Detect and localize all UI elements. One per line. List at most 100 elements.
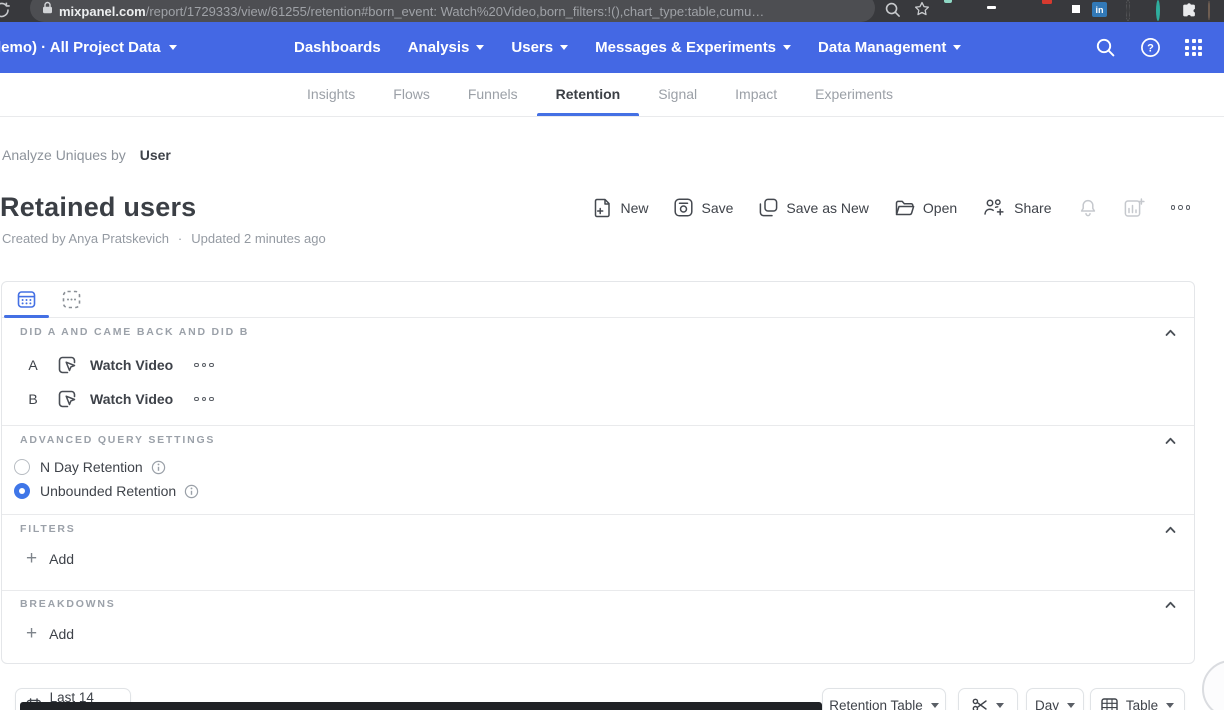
save-as-new-button[interactable]: Save as New [759, 198, 868, 217]
query-tab-custom[interactable] [49, 282, 94, 317]
chevron-down-icon [931, 703, 939, 708]
query-builder-card: DID A AND CAME BACK AND DID B A Watch Vi… [1, 281, 1195, 664]
mixpanel-retention-page: mixpanel.com/report/1729333/view/61255/r… [0, 0, 1224, 710]
info-icon[interactable] [151, 460, 166, 475]
event-selector[interactable]: Watch Video [90, 357, 173, 373]
step-key: B [26, 391, 40, 407]
extension-icon-6[interactable] [1156, 2, 1160, 20]
nav-item-users[interactable]: Users [511, 39, 568, 56]
tab-retention[interactable]: Retention [537, 73, 640, 116]
granularity-dropdown[interactable]: Day [1026, 688, 1084, 710]
view-dropdown[interactable]: Table [1090, 688, 1185, 710]
tab-funnels[interactable]: Funnels [449, 73, 537, 116]
collapse-advanced-icon[interactable] [1163, 434, 1178, 448]
folder-icon [895, 199, 915, 217]
nav-item-messages-experiments[interactable]: Messages & Experiments [595, 39, 791, 56]
share-button[interactable]: Share [983, 198, 1051, 217]
plus-icon: + [26, 549, 37, 568]
query-tab-builder[interactable] [4, 282, 49, 317]
tab-flows[interactable]: Flows [374, 73, 449, 116]
event-icon [57, 389, 78, 410]
info-icon[interactable] [184, 484, 199, 499]
radio-n-day-retention[interactable]: N Day Retention [14, 459, 166, 475]
section-divider [2, 514, 1194, 515]
table-grid-icon [1101, 698, 1118, 710]
behavior-section-header: DID A AND CAME BACK AND DID B [20, 326, 249, 338]
created-by: Created by Anya Pratskevich [2, 231, 169, 246]
report-meta: Created by Anya Pratskevich · Updated 2 … [2, 231, 326, 246]
help-bubble[interactable] [1202, 660, 1224, 710]
search-icon[interactable] [1095, 37, 1116, 58]
page-title: Retained users [0, 192, 196, 223]
more-options-icon[interactable] [1171, 205, 1191, 210]
collapse-behavior-icon[interactable] [1163, 326, 1178, 340]
radio-off-icon[interactable] [14, 459, 30, 475]
add-breakdown-button[interactable]: + Add [26, 624, 74, 643]
browser-toolbar: mixpanel.com/report/1729333/view/61255/r… [0, 0, 1224, 22]
section-divider [2, 590, 1194, 591]
chevron-down-icon [1067, 703, 1075, 708]
radio-unbounded-retention[interactable]: Unbounded Retention [14, 483, 199, 499]
save-icon [674, 198, 693, 217]
trim-dropdown[interactable] [958, 688, 1018, 710]
report-actions: New Save Save as New Open Share [594, 194, 1190, 221]
url-bar[interactable]: mixpanel.com/report/1729333/view/61255/r… [30, 0, 875, 22]
search-icon[interactable] [884, 1, 901, 23]
nav-item-analysis[interactable]: Analysis [408, 39, 485, 56]
analyze-label: Analyze Uniques by [2, 147, 126, 163]
advanced-section-header: ADVANCED QUERY SETTINGS [20, 434, 215, 446]
breakdowns-section-header: BREAKDOWNS [20, 598, 116, 610]
chevron-down-icon [783, 45, 791, 50]
meta-separator: · [178, 231, 182, 246]
project-selector[interactable]: demo) · All Project Data [0, 22, 177, 73]
event-menu-icon[interactable] [194, 363, 214, 368]
project-label: demo) · All Project Data [0, 39, 161, 56]
extension-icon-linkedin[interactable]: in [1092, 2, 1107, 17]
analyze-entity-selector[interactable]: User [140, 147, 171, 163]
open-button[interactable]: Open [895, 199, 957, 217]
new-button[interactable]: New [594, 198, 648, 218]
chart-type-dropdown[interactable]: Retention Table [822, 688, 946, 710]
query-card-tabs [2, 282, 1194, 318]
report-tab-bar: Insights Flows Funnels Retention Signal … [0, 73, 1224, 117]
apps-grid-icon[interactable] [1185, 39, 1202, 56]
chevron-down-icon [560, 45, 568, 50]
event-selector[interactable]: Watch Video [90, 391, 173, 407]
event-menu-icon[interactable] [194, 397, 214, 402]
tab-experiments[interactable]: Experiments [796, 73, 912, 116]
help-icon[interactable]: ? [1140, 37, 1161, 58]
event-row-b: B Watch Video [2, 385, 214, 413]
url-domain: mixpanel.com [59, 4, 146, 19]
add-filter-button[interactable]: + Add [26, 549, 74, 568]
url-path: /report/1729333/view/61255/retention#bor… [146, 4, 765, 19]
tab-impact[interactable]: Impact [716, 73, 796, 116]
file-plus-icon [594, 198, 612, 218]
radio-on-icon[interactable] [14, 483, 30, 499]
extension-icon-5[interactable] [1126, 2, 1130, 20]
browser-avatar[interactable] [1208, 2, 1210, 20]
analyze-row: Analyze Uniques by User [2, 147, 171, 163]
nav-items: Dashboards Analysis Users Messages & Exp… [294, 22, 961, 73]
copy-icon [759, 198, 778, 217]
save-button[interactable]: Save [674, 198, 733, 217]
bookmark-star-icon[interactable] [914, 1, 930, 22]
collapse-breakdowns-icon[interactable] [1163, 598, 1178, 612]
add-to-board-icon[interactable] [1124, 198, 1145, 218]
calendar-dots-icon [17, 290, 36, 309]
step-key: A [26, 357, 40, 373]
alerts-bell-icon[interactable] [1078, 198, 1098, 218]
event-row-a: A Watch Video [2, 351, 214, 379]
tooltip-bar [20, 702, 822, 710]
updated-at: Updated 2 minutes ago [191, 231, 325, 246]
reload-icon[interactable] [0, 1, 11, 24]
tab-signal[interactable]: Signal [639, 73, 716, 116]
tab-insights[interactable]: Insights [288, 73, 374, 116]
nav-item-dashboards[interactable]: Dashboards [294, 39, 381, 56]
scissors-icon [972, 698, 988, 710]
app-navbar: demo) · All Project Data Dashboards Anal… [0, 22, 1224, 73]
event-icon [57, 355, 78, 376]
chevron-down-icon [996, 703, 1004, 708]
nav-item-data-management[interactable]: Data Management [818, 39, 961, 56]
collapse-filters-icon[interactable] [1163, 523, 1178, 537]
extensions-puzzle-icon[interactable] [1181, 2, 1197, 23]
